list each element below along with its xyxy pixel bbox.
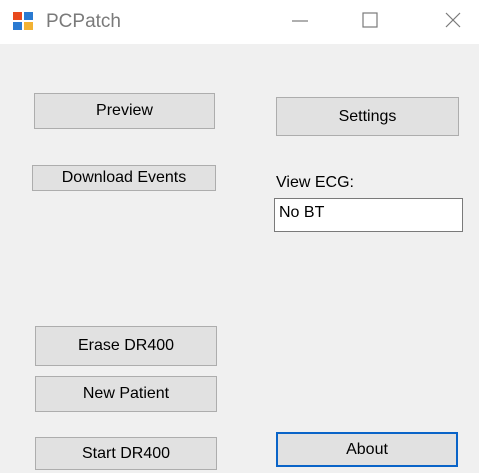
view-ecg-label: View ECG: (276, 174, 354, 191)
view-ecg-field[interactable]: No BT (274, 198, 463, 232)
settings-button[interactable]: Settings (276, 97, 459, 136)
preview-button[interactable]: Preview (34, 93, 215, 129)
maximize-button[interactable] (342, 0, 398, 44)
new-patient-button[interactable]: New Patient (35, 376, 217, 412)
start-dr400-button[interactable]: Start DR400 (35, 437, 217, 470)
about-button[interactable]: About (276, 432, 458, 467)
erase-dr400-button[interactable]: Erase DR400 (35, 326, 217, 366)
download-events-button[interactable]: Download Events (32, 165, 216, 191)
maximize-icon (360, 10, 380, 35)
minimize-icon (290, 10, 310, 35)
app-logo-icon (12, 11, 34, 31)
minimize-button[interactable] (272, 0, 328, 44)
title-bar[interactable]: PCPatch (0, 0, 479, 44)
window-title: PCPatch (46, 11, 121, 32)
app-window: PCPatch Preview Settings Download Events… (0, 0, 479, 473)
close-button[interactable] (425, 0, 479, 44)
close-icon (443, 10, 463, 35)
